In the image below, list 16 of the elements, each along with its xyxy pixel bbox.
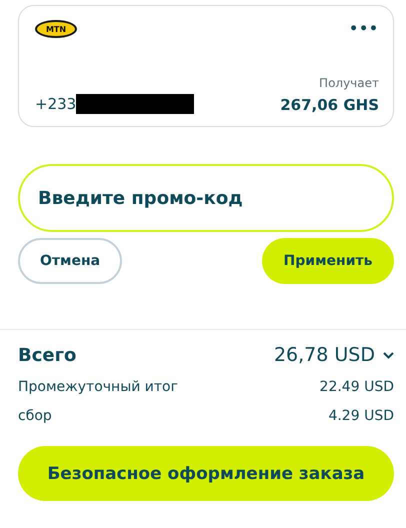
summary-value: 4.29 USD — [328, 408, 394, 424]
summary-value: 22.49 USD — [320, 379, 394, 395]
apply-button[interactable]: Применить — [262, 238, 394, 284]
chevron-icon[interactable] — [383, 352, 394, 358]
receives-label: Получает — [319, 76, 379, 90]
checkout-button[interactable]: Безопасное оформление заказа — [18, 446, 394, 501]
more-menu-button[interactable]: ••• — [349, 21, 379, 37]
total-value: 26,78 USD — [274, 344, 375, 366]
phone-number: +233 — [35, 95, 76, 113]
summary-label: Промежуточный итог — [18, 379, 178, 395]
total-label: Всего — [18, 344, 76, 366]
promo-code-field[interactable]: Введите промо-код — [18, 164, 394, 232]
operator-logo: MTN — [35, 20, 77, 38]
summary-label: сбор — [18, 408, 52, 424]
received-amount: 267,06 GHS — [280, 96, 379, 114]
cancel-button[interactable]: Отмена — [18, 238, 122, 284]
